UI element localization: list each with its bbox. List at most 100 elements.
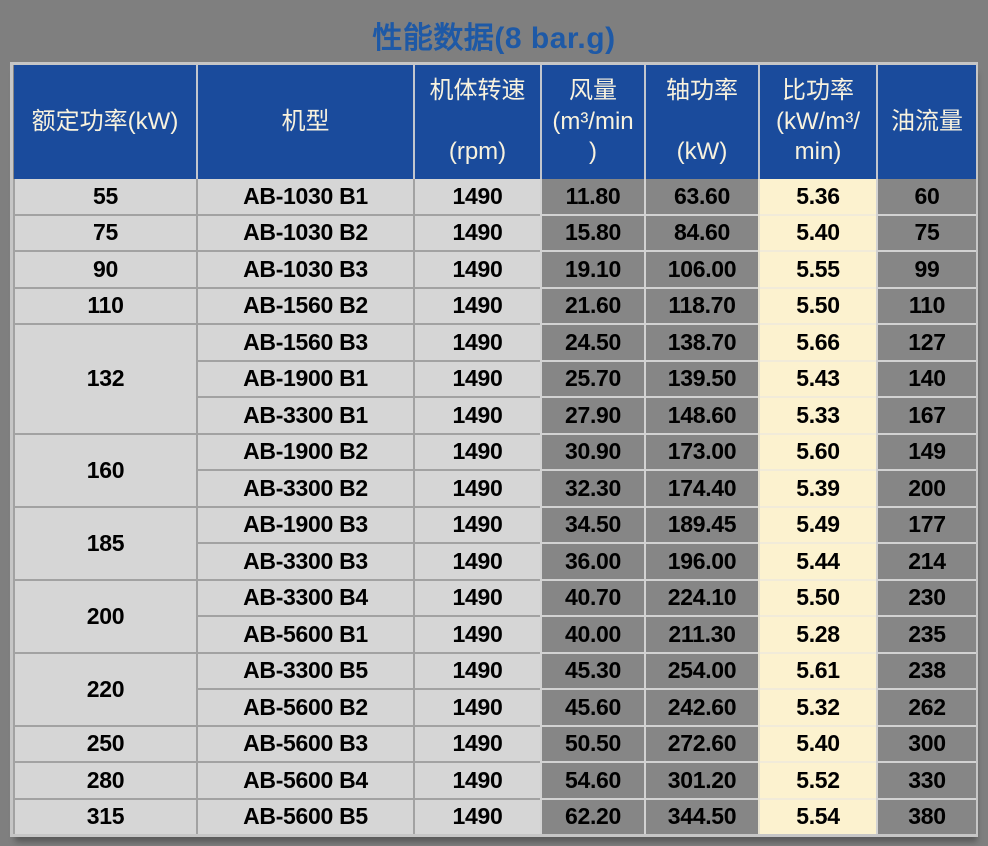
table-row: 220AB-3300 B5149045.30254.005.61238	[14, 653, 976, 690]
cell-oil-flow: 110	[877, 288, 976, 325]
cell-rpm: 1490	[414, 762, 541, 799]
performance-data-table: 额定功率(kW) 机型 机体转速 (rpm) 风量 (m³/min ) 轴功率 …	[10, 62, 978, 837]
cell-rpm: 1490	[414, 507, 541, 544]
cell-rpm: 1490	[414, 580, 541, 617]
cell-flow: 30.90	[541, 434, 645, 471]
cell-specific-power: 5.36	[759, 179, 877, 215]
cell-flow: 21.60	[541, 288, 645, 325]
table-row: 200AB-3300 B4149040.70224.105.50230	[14, 580, 976, 617]
cell-model: AB-5600 B3	[197, 726, 414, 763]
cell-specific-power: 5.60	[759, 434, 877, 471]
table-row: 280AB-5600 B4149054.60301.205.52330	[14, 762, 976, 799]
cell-rpm: 1490	[414, 434, 541, 471]
cell-model: AB-1900 B2	[197, 434, 414, 471]
cell-specific-power: 5.55	[759, 251, 877, 288]
cell-shaft-power: 242.60	[645, 689, 759, 726]
cell-rpm: 1490	[414, 616, 541, 653]
cell-rated-power: 200	[14, 580, 197, 653]
cell-flow: 45.30	[541, 653, 645, 690]
cell-oil-flow: 177	[877, 507, 976, 544]
cell-model: AB-3300 B1	[197, 397, 414, 434]
cell-shaft-power: 272.60	[645, 726, 759, 763]
cell-model: AB-1030 B3	[197, 251, 414, 288]
cell-model: AB-3300 B4	[197, 580, 414, 617]
cell-rated-power: 160	[14, 434, 197, 507]
cell-rpm: 1490	[414, 470, 541, 507]
cell-oil-flow: 149	[877, 434, 976, 471]
page-title: 性能数据(8 bar.g)	[0, 0, 988, 62]
cell-model: AB-1900 B3	[197, 507, 414, 544]
table-header: 额定功率(kW) 机型 机体转速 (rpm) 风量 (m³/min ) 轴功率 …	[14, 65, 976, 179]
cell-rpm: 1490	[414, 543, 541, 580]
cell-rated-power: 75	[14, 215, 197, 252]
cell-rpm: 1490	[414, 689, 541, 726]
cell-shaft-power: 63.60	[645, 179, 759, 215]
cell-model: AB-5600 B1	[197, 616, 414, 653]
cell-specific-power: 5.39	[759, 470, 877, 507]
cell-specific-power: 5.52	[759, 762, 877, 799]
cell-specific-power: 5.32	[759, 689, 877, 726]
table-row: 185AB-1900 B3149034.50189.455.49177	[14, 507, 976, 544]
table-row: 75AB-1030 B2149015.8084.605.4075	[14, 215, 976, 252]
cell-model: AB-1900 B1	[197, 361, 414, 398]
cell-specific-power: 5.50	[759, 288, 877, 325]
cell-shaft-power: 301.20	[645, 762, 759, 799]
cell-specific-power: 5.40	[759, 215, 877, 252]
header-row: 额定功率(kW) 机型 机体转速 (rpm) 风量 (m³/min ) 轴功率 …	[14, 65, 976, 179]
cell-rpm: 1490	[414, 653, 541, 690]
table-row: 55AB-1030 B1149011.8063.605.3660	[14, 179, 976, 215]
cell-oil-flow: 127	[877, 324, 976, 361]
table-row: 315AB-5600 B5149062.20344.505.54380	[14, 799, 976, 835]
cell-shaft-power: 84.60	[645, 215, 759, 252]
cell-shaft-power: 138.70	[645, 324, 759, 361]
cell-model: AB-5600 B4	[197, 762, 414, 799]
cell-flow: 27.90	[541, 397, 645, 434]
cell-oil-flow: 238	[877, 653, 976, 690]
cell-oil-flow: 60	[877, 179, 976, 215]
cell-rpm: 1490	[414, 726, 541, 763]
cell-shaft-power: 224.10	[645, 580, 759, 617]
cell-oil-flow: 99	[877, 251, 976, 288]
cell-flow: 34.50	[541, 507, 645, 544]
cell-shaft-power: 148.60	[645, 397, 759, 434]
table-row: 132AB-1560 B3149024.50138.705.66127	[14, 324, 976, 361]
cell-flow: 32.30	[541, 470, 645, 507]
cell-specific-power: 5.50	[759, 580, 877, 617]
cell-shaft-power: 139.50	[645, 361, 759, 398]
cell-rated-power: 250	[14, 726, 197, 763]
cell-flow: 62.20	[541, 799, 645, 835]
cell-oil-flow: 230	[877, 580, 976, 617]
cell-flow: 54.60	[541, 762, 645, 799]
cell-oil-flow: 167	[877, 397, 976, 434]
cell-specific-power: 5.49	[759, 507, 877, 544]
cell-rated-power: 90	[14, 251, 197, 288]
cell-rpm: 1490	[414, 179, 541, 215]
cell-flow: 11.80	[541, 179, 645, 215]
cell-model: AB-5600 B2	[197, 689, 414, 726]
cell-model: AB-1030 B1	[197, 179, 414, 215]
cell-oil-flow: 300	[877, 726, 976, 763]
cell-shaft-power: 344.50	[645, 799, 759, 835]
cell-flow: 19.10	[541, 251, 645, 288]
cell-rated-power: 55	[14, 179, 197, 215]
table-row: 160AB-1900 B2149030.90173.005.60149	[14, 434, 976, 471]
cell-rated-power: 315	[14, 799, 197, 835]
cell-shaft-power: 189.45	[645, 507, 759, 544]
cell-model: AB-3300 B3	[197, 543, 414, 580]
cell-oil-flow: 75	[877, 215, 976, 252]
col-header-shaft-power: 轴功率 (kW)	[645, 65, 759, 179]
cell-flow: 25.70	[541, 361, 645, 398]
table: 额定功率(kW) 机型 机体转速 (rpm) 风量 (m³/min ) 轴功率 …	[13, 65, 976, 834]
cell-shaft-power: 211.30	[645, 616, 759, 653]
cell-flow: 50.50	[541, 726, 645, 763]
cell-rated-power: 110	[14, 288, 197, 325]
cell-specific-power: 5.43	[759, 361, 877, 398]
cell-specific-power: 5.66	[759, 324, 877, 361]
cell-model: AB-3300 B2	[197, 470, 414, 507]
table-row: 250AB-5600 B3149050.50272.605.40300	[14, 726, 976, 763]
cell-rpm: 1490	[414, 288, 541, 325]
cell-specific-power: 5.28	[759, 616, 877, 653]
cell-rpm: 1490	[414, 397, 541, 434]
cell-rpm: 1490	[414, 361, 541, 398]
cell-oil-flow: 262	[877, 689, 976, 726]
